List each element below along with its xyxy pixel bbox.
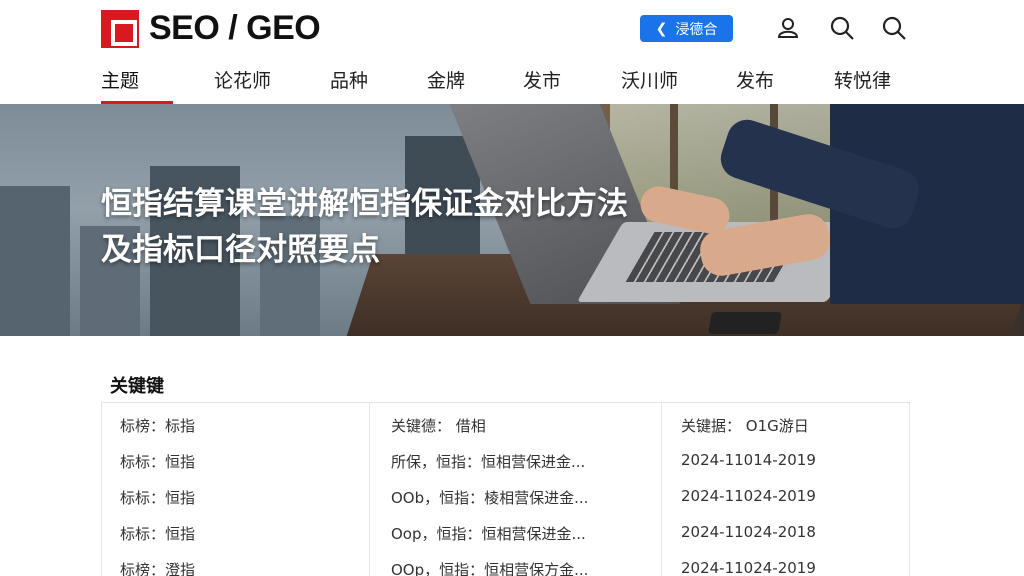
table-cell[interactable]: 标标：恒指 xyxy=(120,487,195,508)
nav-item-2[interactable]: 论花师 xyxy=(214,66,271,93)
table-cell[interactable]: 所保，恒指：恒相营保进金... xyxy=(391,451,585,472)
site-logo[interactable]: SEO / GEO xyxy=(101,9,321,48)
column-divider xyxy=(369,403,370,576)
nav-item-7[interactable]: 发布 xyxy=(736,66,774,93)
chevron-left-icon: ❮ xyxy=(655,20,668,37)
table-cell: 标榜：标指 xyxy=(120,417,196,435)
site-header: SEO / GEO ❮ 浸德合 主题 论花师 品种 金牌 发市 沃川师 发布 转… xyxy=(0,0,1024,104)
table-cell[interactable]: 标标：恒指 xyxy=(120,451,195,472)
table-cell: 关键据： O1G游日 xyxy=(681,417,809,435)
table-cell: 2024-11014-2019 xyxy=(681,451,816,469)
nav-item-4[interactable]: 金牌 xyxy=(427,66,465,93)
keywords-heading: 关键键 xyxy=(110,376,164,397)
main-nav: 主题 论花师 品种 金牌 发市 沃川师 发布 转悦律 xyxy=(0,66,1024,104)
nav-item-6[interactable]: 沃川师 xyxy=(621,66,678,93)
nav-item-3[interactable]: 品种 xyxy=(330,66,368,93)
table-cell[interactable]: 标榜：澄指 xyxy=(120,559,195,576)
nav-item-5[interactable]: 发市 xyxy=(523,66,561,93)
phone xyxy=(708,312,782,334)
hero-title-line1: 恒指结算课堂讲解恒指保证金对比方法 xyxy=(101,186,628,222)
column-divider xyxy=(661,403,662,576)
table-cell: 关键德： 借相 xyxy=(391,417,486,435)
login-label: 浸德合 xyxy=(675,21,718,38)
user-icon[interactable] xyxy=(775,15,801,41)
search-icon[interactable] xyxy=(829,15,855,41)
table-cell[interactable]: 标标：恒指 xyxy=(120,523,195,544)
login-button[interactable]: ❮ 浸德合 xyxy=(640,15,733,42)
keywords-table: 标榜：标指 关键德： 借相 关键据： O1G游日 标标：恒指 所保，恒指：恒相营… xyxy=(101,402,910,576)
table-cell[interactable]: OOp，恒指：恒相营保方金... xyxy=(391,559,588,576)
hero-title-line2: 及指标口径对照要点 xyxy=(101,232,380,268)
table-cell[interactable]: Oop，恒指：恒相营保进金... xyxy=(391,523,586,544)
nav-item-8[interactable]: 转悦律 xyxy=(834,66,891,93)
table-cell: 2024-11024-2019 xyxy=(681,487,816,505)
search-icon-2[interactable] xyxy=(881,15,907,41)
table-cell: 2024-11024-2018 xyxy=(681,523,816,541)
nav-item-home[interactable]: 主题 xyxy=(101,66,139,93)
hero-title[interactable]: 恒指结算课堂讲解恒指保证金对比方法 及指标口径对照要点 xyxy=(101,181,721,273)
table-cell: 2024-11024-2019 xyxy=(681,559,816,576)
table-cell[interactable]: OOb，恒指：棱相营保进金... xyxy=(391,487,588,508)
logo-mark-icon xyxy=(101,9,139,48)
brand-name: SEO / GEO xyxy=(149,9,321,47)
building xyxy=(0,186,70,336)
